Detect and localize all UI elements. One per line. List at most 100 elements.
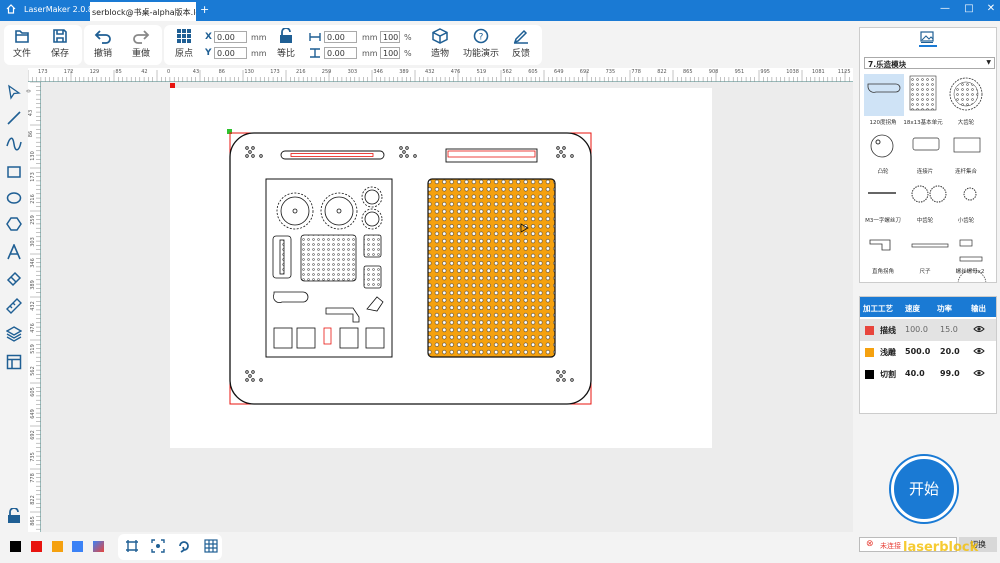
ruler-tick-label: 908 [708,69,719,75]
ruler-tick-label: 346 [29,258,36,268]
ruler-tick-label: 692 [29,430,36,440]
perforated-board [427,178,556,358]
ruler-tick-label: 346 [373,69,383,75]
ruler-tick-label: 259 [321,69,332,75]
eraser-tool-icon[interactable] [6,271,22,287]
canvas-area[interactable] [41,82,853,532]
redo-button[interactable]: 重做 [126,28,156,59]
eye-icon[interactable] [973,347,985,355]
process-row[interactable]: 浅雕 500.0 20.0 [860,341,996,363]
color-swatch-black[interactable] [10,541,21,552]
width-input[interactable]: 0.00 [324,31,357,43]
process-name: 描线 [880,326,896,335]
width-percent-input[interactable]: 100 [380,31,400,43]
ellipse-tool-icon[interactable] [6,190,22,206]
design-drawing[interactable] [41,82,853,532]
library-item-label: 大齿轮 [957,120,975,126]
grid-toggle-icon[interactable] [204,539,218,553]
undo-button[interactable]: 撤销 [88,28,118,59]
start-button[interactable]: 开始 [891,456,957,522]
file-button[interactable]: 文件 [7,28,37,59]
demo-button[interactable]: ? 功能演示 [463,28,499,59]
eye-icon[interactable] [973,369,985,377]
ruler-tick-label: 605 [528,69,538,75]
unlock-icon[interactable] [6,508,22,524]
layout-icon[interactable] [6,354,22,370]
lock-ratio-button[interactable]: 等比 [271,28,301,59]
color-swatch-red[interactable] [31,541,42,552]
library-item-label: 小齿轮 [957,218,975,224]
maximize-button[interactable]: □ [962,3,976,14]
file-label: 文件 [12,49,31,59]
curve-tool-icon[interactable] [6,136,22,152]
ruler-tick-label: 130 [29,150,36,161]
text-tool-icon[interactable] [6,244,22,260]
disconnected-icon: ⊗ [866,539,874,549]
feedback-button[interactable]: 反馈 [506,28,536,59]
undo-label: 撤销 [93,49,112,59]
library-item-label: 尺子 [919,269,931,275]
library-thumbnails[interactable] [860,72,996,282]
close-button[interactable]: ✕ [984,3,998,14]
select-tool-icon[interactable] [6,84,22,100]
process-speed[interactable]: 100.0 [905,325,928,334]
eye-icon[interactable] [973,325,985,333]
process-power[interactable]: 20.0 [940,347,960,356]
ruler-tick-label: 42 [141,69,148,75]
save-label: 保存 [50,49,69,59]
height-input[interactable]: 0.00 [324,47,357,59]
rectangle-tool-icon[interactable] [6,164,22,180]
y-input[interactable]: 0.00 [214,47,247,59]
cube-icon [432,28,448,44]
ruler-tick-label: 1081 [812,69,825,75]
process-speed[interactable]: 500.0 [905,347,930,356]
ruler-tick-label: 130 [244,69,254,75]
home-icon[interactable] [6,4,16,14]
library-item-label: 螺丝螺母x2 [955,269,985,275]
slot-strip-marking [290,153,374,157]
process-color-chip [865,326,874,335]
new-tab-button[interactable]: + [200,3,209,16]
color-swatch-blue[interactable] [72,541,83,552]
polygon-tool-icon[interactable] [6,216,22,232]
fit-page-icon[interactable] [125,539,139,553]
image-library-icon[interactable] [920,31,934,43]
watermark: laserblock [903,540,979,555]
save-button[interactable]: 保存 [45,28,75,59]
feedback-icon [513,29,528,44]
line-tool-icon[interactable] [6,110,22,126]
document-tab[interactable]: serblock@书桌-alpha版本.lc [90,2,196,21]
ruler-tick-label: 692 [579,69,590,75]
process-power[interactable]: 99.0 [940,369,960,378]
build-button[interactable]: 造物 [425,28,455,59]
ruler-tick-label: 85 [115,69,122,75]
height-percent-input[interactable]: 100 [380,47,400,59]
measure-tool-icon[interactable] [6,298,22,314]
y-label: Y [205,48,212,58]
process-speed[interactable]: 40.0 [905,369,925,378]
minimize-button[interactable]: — [938,3,952,14]
ruler-tick-label: 0 [26,89,33,93]
category-select[interactable]: 7.乐造模块 ▼ [864,57,995,69]
color-swatch-gradient[interactable] [93,541,104,552]
origin-button[interactable]: 原点 [169,28,199,59]
ruler-tick-label: 649 [554,69,564,75]
x-label: X [205,32,212,42]
vertical-ruler: 0 43 86 130 173 216 259 303 346 389 432 476 519 562 60… [26,82,41,532]
ruler-tick-label: 519 [476,69,487,75]
ruler-tick-label: 822 [29,494,36,505]
process-row[interactable]: 切割 40.0 99.0 [860,363,996,385]
height-icon [310,48,320,58]
ruler-tick-label: 0 [167,69,171,75]
process-row[interactable]: 描线 100.0 15.0 [860,319,996,341]
redo-label: 重做 [131,49,150,59]
horizontal-ruler-ticks [28,70,850,82]
rotate-icon[interactable] [177,539,191,553]
page-corner-marker[interactable] [170,83,175,88]
fit-selection-icon[interactable] [151,539,165,553]
x-input[interactable]: 0.00 [214,31,247,43]
width-unit: mm [362,33,378,42]
layers-icon[interactable] [6,326,22,342]
process-power[interactable]: 15.0 [940,325,958,334]
color-swatch-orange[interactable] [52,541,63,552]
